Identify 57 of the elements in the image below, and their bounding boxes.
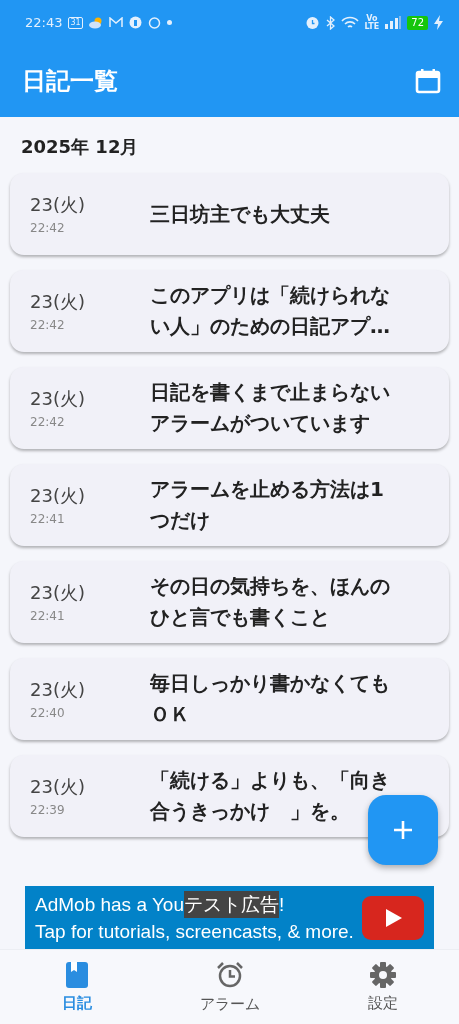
- weather-icon: [88, 16, 103, 29]
- calendar-notification-icon: 31: [68, 16, 83, 29]
- entry-time: 22:42: [30, 318, 66, 332]
- ad-text: !: [278, 892, 285, 917]
- entry-text: このアプリは「続けられない人」のための日記アプ…: [150, 282, 391, 340]
- entry-text: アラームを止める方法は1つだけ: [150, 476, 385, 534]
- diary-entry-card[interactable]: 23(火) 22:42 このアプリは「続けられない人」のための日記アプ…: [10, 270, 449, 352]
- wifi-icon: [340, 15, 359, 30]
- month-header: 2025年 12月: [20, 135, 140, 159]
- entry-text: 三日坊主でも大丈夫: [150, 200, 331, 228]
- status-time: 22:43: [25, 15, 63, 30]
- entry-date: 23(火): [30, 775, 86, 799]
- entry-date: 23(火): [30, 678, 86, 702]
- alarm-icon: [304, 15, 320, 30]
- signal-icon: [385, 16, 402, 29]
- dot-icon: [166, 20, 172, 25]
- settings-icon: [369, 961, 396, 988]
- add-entry-button[interactable]: [368, 795, 438, 865]
- book-icon: [65, 961, 88, 988]
- ad-banner[interactable]: AdMob has a Youテスト広告! Tap for tutorials, screencasts, & more.: [25, 886, 434, 949]
- entry-text: 日記を書くまで止まらないアラームがついています: [150, 379, 391, 437]
- diary-entry-card[interactable]: 23(火) 22:39 「続ける」よりも、「向き合うきっかけ 」を。: [10, 755, 449, 837]
- app-notification-icon: [128, 16, 142, 29]
- play-logo-icon: [362, 895, 424, 940]
- alarm-clock-icon: [215, 960, 244, 989]
- diary-entry-card[interactable]: 23(火) 22:42 日記を書くまで止まらないアラームがついています: [10, 367, 449, 449]
- entry-date: 23(火): [30, 484, 86, 508]
- ad-text: Tap for tutorials, screencasts, & more.: [35, 919, 355, 944]
- mail-icon: [108, 17, 123, 28]
- entry-text: 毎日しっかり書かなくてもＯＫ: [150, 670, 391, 728]
- entry-date: 23(火): [30, 387, 86, 411]
- entry-text: その日の気持ちを、ほんのひと言でも書くこと: [150, 573, 391, 631]
- battery-level: 72: [407, 15, 428, 30]
- calendar-icon[interactable]: [415, 68, 441, 94]
- app-bar-title: 日記一覧: [22, 66, 119, 97]
- entry-time: 22:40: [30, 706, 66, 720]
- nav-tab[interactable]: アラーム: [153, 950, 306, 1024]
- ad-text: AdMob has a You: [35, 892, 184, 917]
- entry-time: 22:42: [30, 415, 66, 429]
- diary-entry-card[interactable]: 23(火) 22:42 三日坊主でも大丈夫: [10, 173, 449, 255]
- diary-entry-card[interactable]: 23(火) 22:40 毎日しっかり書かなくてもＯＫ: [10, 658, 449, 740]
- diary-entry-card[interactable]: 23(火) 22:41 アラームを止める方法は1つだけ: [10, 464, 449, 546]
- entry-time: 22:41: [30, 512, 66, 526]
- entry-text: 「続ける」よりも、「向き合うきっかけ 」を。: [150, 767, 391, 825]
- nav-tab[interactable]: 設定: [306, 950, 459, 1024]
- entry-time: 22:42: [30, 221, 66, 235]
- plus-icon: [393, 820, 413, 840]
- entry-date: 23(火): [30, 290, 86, 314]
- entry-date: 23(火): [30, 581, 86, 605]
- bluetooth-icon: [325, 15, 335, 30]
- test-ad-label: テスト広告: [183, 890, 279, 918]
- entry-date: 23(火): [30, 193, 86, 217]
- entry-time: 22:41: [30, 609, 66, 623]
- network-type: Vo LTE: [364, 14, 380, 31]
- entry-time: 22:39: [30, 803, 66, 817]
- charging-icon: [434, 15, 443, 30]
- diary-entry-card[interactable]: 23(火) 22:41 その日の気持ちを、ほんのひと言でも書くこと: [10, 561, 449, 643]
